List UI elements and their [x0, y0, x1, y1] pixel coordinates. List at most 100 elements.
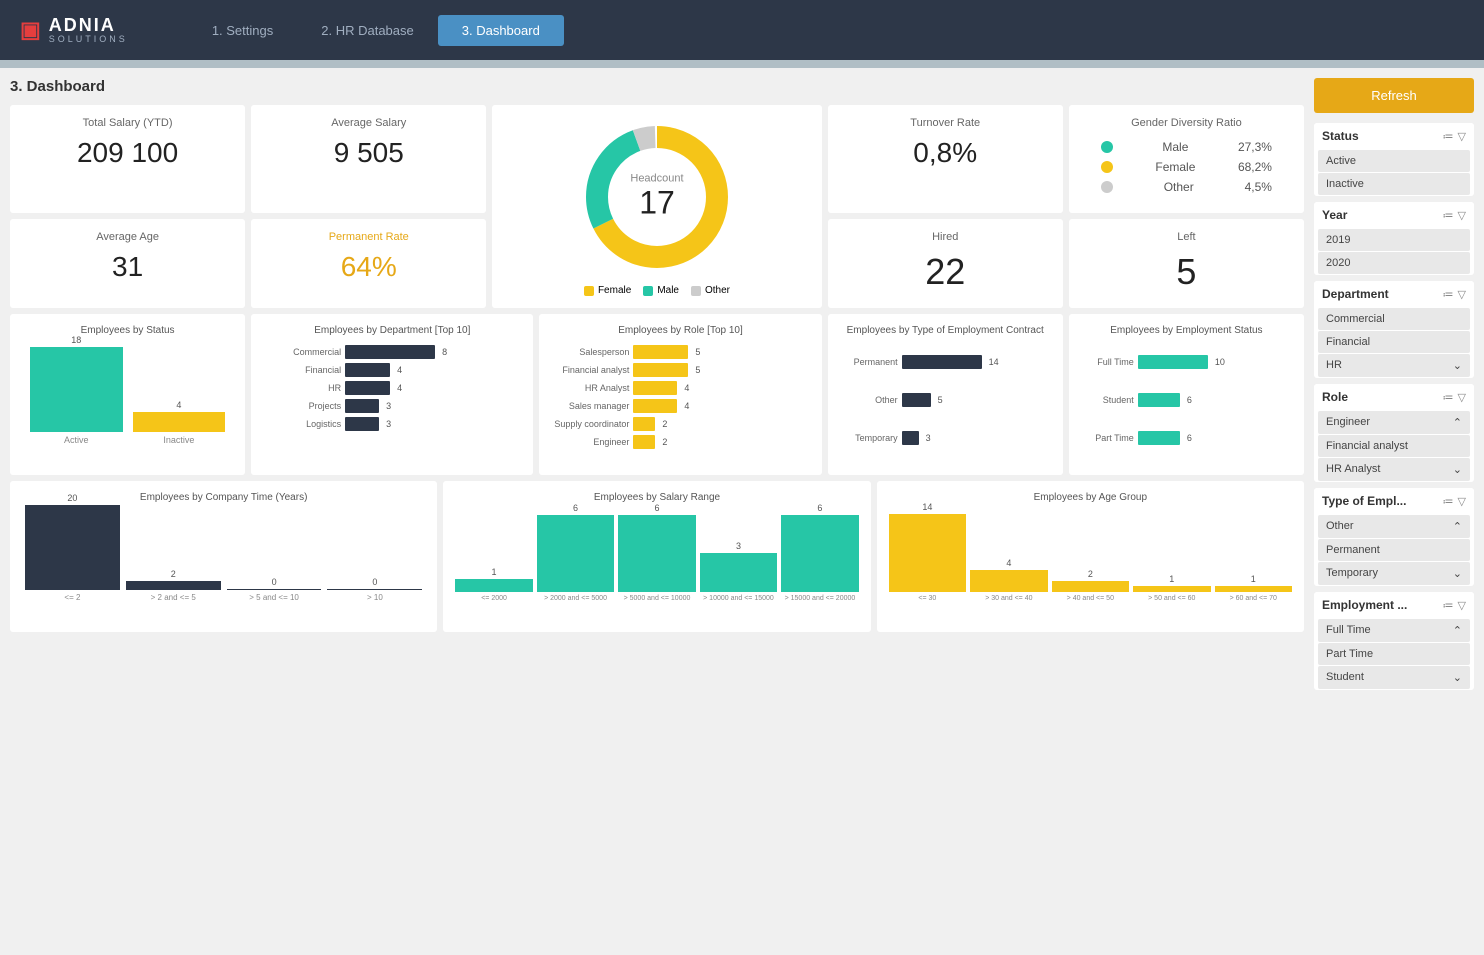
clear-icon[interactable]: ▽: [1458, 288, 1466, 301]
clear-icon[interactable]: ▽: [1458, 209, 1466, 222]
filter-role-engineer[interactable]: Engineer ⌃: [1318, 411, 1470, 434]
filter-role-fin-analyst[interactable]: Financial analyst: [1318, 435, 1470, 457]
filter-dept-hr[interactable]: HR ⌄: [1318, 354, 1470, 377]
diversity-male: Male 27,3%: [1081, 137, 1292, 157]
filter-role-icons: ≔ ▽: [1443, 391, 1466, 404]
bar-sal-15-20k: 6 > 15000 and <= 20000: [781, 503, 858, 602]
filter-emptype-permanent[interactable]: Permanent: [1318, 539, 1470, 561]
filter-empstatus-student[interactable]: Student ⌄: [1318, 666, 1470, 689]
filter-icon[interactable]: ≔: [1443, 391, 1454, 404]
donut-legend: Female Male Other: [584, 285, 730, 296]
donut-center: Headcount 17: [630, 173, 683, 222]
nav-dashboard[interactable]: 3. Dashboard: [438, 15, 564, 46]
filter-icon[interactable]: ≔: [1443, 288, 1454, 301]
bar-active: 18 Active: [30, 335, 123, 445]
filter-year-2020[interactable]: 2020: [1318, 252, 1470, 274]
scroll-down-icon[interactable]: ⌄: [1453, 359, 1462, 372]
clear-icon[interactable]: ▽: [1458, 599, 1466, 612]
bar-age-40-50: 2 > 40 and <= 50: [1052, 569, 1129, 602]
clear-icon[interactable]: ▽: [1458, 391, 1466, 404]
logo-icon: ▣: [20, 17, 41, 43]
chart-salary-range: Employees by Salary Range 1 <= 2000 6 > …: [443, 481, 870, 632]
logo: ▣ ADNIA SOLUTIONS: [20, 16, 128, 44]
filter-icon[interactable]: ≔: [1443, 495, 1454, 508]
filter-empstatus-parttime[interactable]: Part Time: [1318, 643, 1470, 665]
filter-status-header: Status ≔ ▽: [1314, 123, 1474, 149]
kpi-left: Left 5: [1069, 219, 1304, 309]
filter-icon[interactable]: ≔: [1443, 209, 1454, 222]
filter-role: Role ≔ ▽ Engineer ⌃ Financial analyst HR…: [1314, 384, 1474, 482]
legend-male: Male: [643, 285, 679, 296]
sidebar: Refresh Status ≔ ▽ Active Inactive Year …: [1314, 78, 1474, 696]
kpi-permanent-rate: Permanent Rate 64%: [251, 219, 486, 309]
filter-dept-commercial[interactable]: Commercial: [1318, 308, 1470, 330]
legend-dot-other: [691, 286, 701, 296]
donut-wrapper: Headcount 17: [577, 117, 737, 277]
bar-comp-le2: 20 <= 2: [25, 493, 120, 602]
hbar-commercial: Commercial 8: [261, 345, 523, 359]
role-hbar-chart: Salesperson 5 Financial analyst 5 HR Ana…: [549, 345, 811, 449]
filter-icon[interactable]: ≔: [1443, 130, 1454, 143]
filter-emptype-other[interactable]: Other ⌃: [1318, 515, 1470, 538]
dashboard-area: 3. Dashboard Total Salary (YTD) 209 100 …: [10, 78, 1304, 696]
kpi-hired: Hired 22: [828, 219, 1063, 309]
filter-dept-header: Department ≔ ▽: [1314, 281, 1474, 307]
clear-icon[interactable]: ▽: [1458, 495, 1466, 508]
hbar-financial: Financial 4: [261, 363, 523, 377]
kpi-diversity: Gender Diversity Ratio Male 27,3% Female…: [1069, 105, 1304, 213]
filter-status-inactive[interactable]: Inactive: [1318, 173, 1470, 195]
chart-by-emp-status: Employees by Employment Status Full Time…: [1069, 314, 1304, 475]
kpi-turnover: Turnover Rate 0,8%: [828, 105, 1063, 213]
refresh-button[interactable]: Refresh: [1314, 78, 1474, 113]
filter-dept-financial[interactable]: Financial: [1318, 331, 1470, 353]
scroll-down-icon[interactable]: ⌄: [1453, 567, 1462, 580]
filter-status-active[interactable]: Active: [1318, 150, 1470, 172]
legend-dot-male: [643, 286, 653, 296]
filter-department: Department ≔ ▽ Commercial Financial HR ⌄: [1314, 281, 1474, 378]
hbar-temporary: Temporary 3: [838, 431, 1053, 445]
chart-by-status: Employees by Status 18 Active 4 Inactive: [10, 314, 245, 475]
nav-hr-database[interactable]: 2. HR Database: [297, 15, 438, 46]
filter-icon[interactable]: ≔: [1443, 599, 1454, 612]
scroll-up-icon[interactable]: ⌃: [1453, 416, 1462, 429]
filter-emptype-temporary[interactable]: Temporary ⌄: [1318, 562, 1470, 585]
filter-role-hr-analyst[interactable]: HR Analyst ⌄: [1318, 458, 1470, 481]
diversity-rows: Male 27,3% Female 68,2% Other 4,5%: [1081, 137, 1292, 197]
filter-emptype-icons: ≔ ▽: [1443, 495, 1466, 508]
dept-hbar-chart: Commercial 8 Financial 4 HR 4: [261, 345, 523, 431]
filter-status-icons: ≔ ▽: [1443, 130, 1466, 143]
hbar-hr: HR 4: [261, 381, 523, 395]
chart-by-department: Employees by Department [Top 10] Commerc…: [251, 314, 533, 475]
hbar-logistics: Logistics 3: [261, 417, 523, 431]
filter-status: Status ≔ ▽ Active Inactive: [1314, 123, 1474, 196]
hbar-hr-analyst: HR Analyst 4: [549, 381, 811, 395]
hbar-permanent: Permanent 14: [838, 355, 1053, 369]
diversity-other: Other 4,5%: [1081, 177, 1292, 197]
scroll-down-icon[interactable]: ⌄: [1453, 463, 1462, 476]
bar-inactive: 4 Inactive: [133, 400, 226, 445]
clear-icon[interactable]: ▽: [1458, 130, 1466, 143]
nav-settings[interactable]: 1. Settings: [188, 15, 297, 46]
kpi-avg-salary: Average Salary 9 505: [251, 105, 486, 213]
filter-dept-icons: ≔ ▽: [1443, 288, 1466, 301]
bar-sal-5-10k: 6 > 5000 and <= 10000: [618, 503, 695, 602]
headcount-donut-card: Headcount 17 Female Male Othe: [492, 105, 821, 308]
scroll-up-icon[interactable]: ⌃: [1453, 624, 1462, 637]
header: ▣ ADNIA SOLUTIONS 1. Settings 2. HR Data…: [0, 0, 1484, 60]
scroll-up-icon[interactable]: ⌃: [1453, 520, 1462, 533]
bar-sal-2-5k: 6 > 2000 and <= 5000: [537, 503, 614, 602]
bar-age-50-60: 1 > 50 and <= 60: [1133, 574, 1210, 602]
contract-hbar-chart: Permanent 14 Other 5 Temporary 3: [838, 345, 1053, 445]
hbar-supply: Supply coordinator 2: [549, 417, 811, 431]
hbar-student: Student 6: [1079, 393, 1294, 407]
filter-year-2019[interactable]: 2019: [1318, 229, 1470, 251]
legend-dot-female: [584, 286, 594, 296]
filter-empstatus-fulltime[interactable]: Full Time ⌃: [1318, 619, 1470, 642]
diversity-female: Female 68,2%: [1081, 157, 1292, 177]
kpi-avg-age: Average Age 31: [10, 219, 245, 309]
bar-comp-2-5: 2 > 2 and <= 5: [126, 569, 221, 602]
scroll-down-icon[interactable]: ⌄: [1453, 671, 1462, 684]
hbar-parttime: Part Time 6: [1079, 431, 1294, 445]
bar-sal-10-15k: 3 > 10000 and <= 15000: [700, 541, 777, 602]
logo-sub: SOLUTIONS: [49, 34, 128, 44]
